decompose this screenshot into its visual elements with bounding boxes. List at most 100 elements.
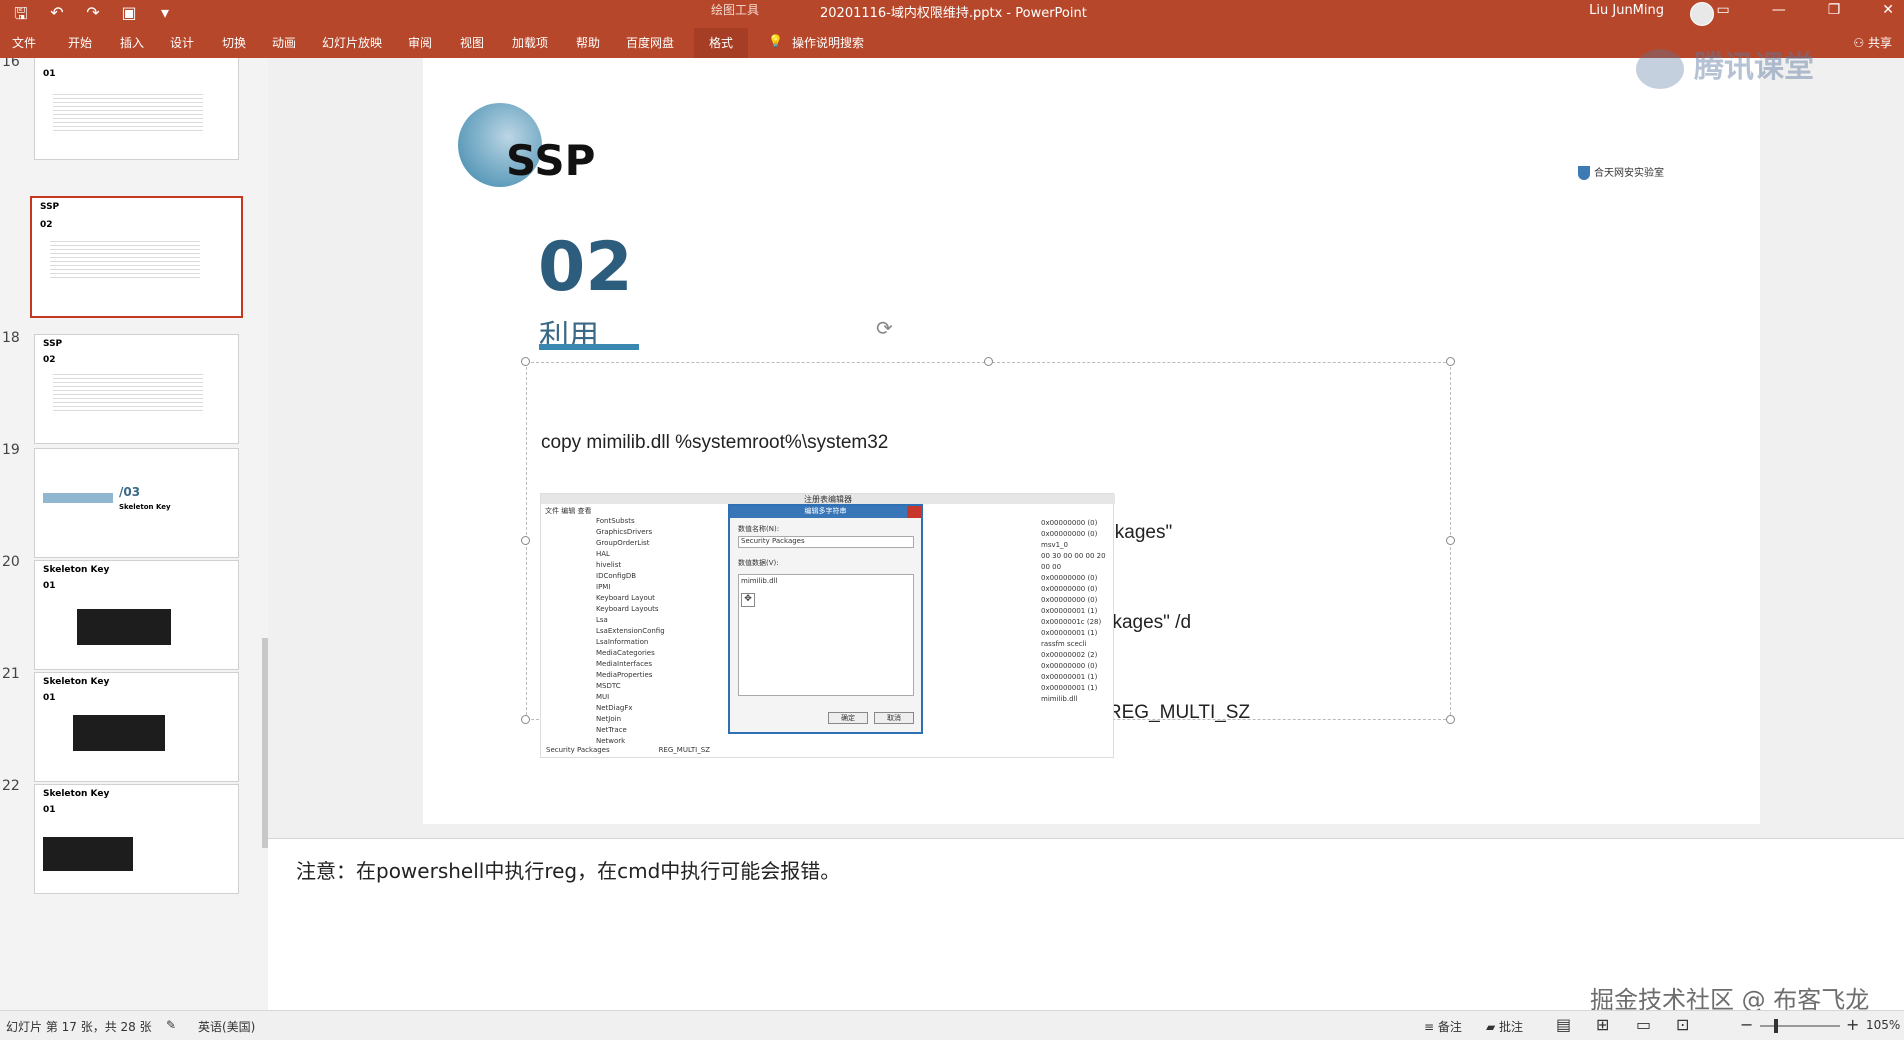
slide-thumbnail[interactable]: Skeleton Key 01 [34, 784, 239, 894]
resize-handle[interactable] [521, 357, 530, 366]
value-item: rassfm scecli [1041, 640, 1087, 648]
close-icon[interactable]: ✕ [1882, 2, 1894, 18]
notes-icon: ≡ [1424, 1020, 1438, 1034]
slideshow-view-icon[interactable]: ⊡ [1676, 1015, 1689, 1034]
tab-help[interactable]: 帮助 [576, 34, 600, 51]
undo-icon[interactable]: ↶ [46, 3, 68, 30]
resize-handle[interactable] [1446, 536, 1455, 545]
tree-item: Keyboard Layout [596, 594, 655, 602]
comments-label: 批注 [1499, 1020, 1524, 1034]
zoom-in-icon[interactable]: + [1846, 1015, 1859, 1034]
regedit-window-title: 注册表编辑器 [541, 494, 1115, 504]
slide-thumbnail[interactable]: Skeleton Key 01 [34, 672, 239, 782]
title-bar: 🖫 ↶ ↷ ▣ ▾ 绘图工具 20201116-域内权限维持.pptx - Po… [0, 0, 1904, 28]
reading-view-icon[interactable]: ▭ [1636, 1015, 1651, 1034]
value-item: 0x0000001c (28) [1041, 618, 1102, 626]
play-logo-icon [1636, 48, 1684, 89]
present-icon[interactable]: ▣ [118, 3, 140, 30]
redo-icon[interactable]: ↷ [82, 3, 104, 30]
language-indicator[interactable]: 英语(美国) [198, 1018, 255, 1035]
slide-thumbnail[interactable]: Skeleton Key 01 [34, 560, 239, 670]
section-underline [539, 344, 639, 350]
ok-button: 确定 [828, 712, 868, 724]
minimize-icon[interactable]: — [1772, 2, 1786, 18]
slide-thumbnail[interactable]: 01 [34, 58, 239, 160]
value-data-label: 数值数据(V): [738, 559, 779, 567]
zoom-out-icon[interactable]: − [1740, 1015, 1753, 1034]
resize-handle[interactable] [984, 357, 993, 366]
tab-addins[interactable]: 加载项 [512, 34, 548, 51]
resize-handle[interactable] [1446, 715, 1455, 724]
tab-file[interactable]: 文件 [12, 34, 36, 51]
restore-icon[interactable]: ❐ [1828, 2, 1841, 18]
slide-thumbnail[interactable]: /03 Skeleton Key [34, 448, 239, 558]
slide-thumbnail[interactable]: SSP 02 [34, 334, 239, 444]
value-item: 00 30 00 00 00 20 00 00 [1041, 552, 1106, 571]
value-item: 0x00000001 (1) [1041, 673, 1098, 681]
slide-thumbnail-selected[interactable]: SSP 02 [30, 196, 243, 318]
thumb-title: 01 [43, 693, 56, 703]
notes-text[interactable]: 注意：在powershell中执行reg，在cmd中执行可能会报错。 [296, 855, 840, 884]
tree-item: MediaProperties [596, 671, 653, 679]
section-number[interactable]: 02 [538, 228, 633, 307]
rotate-handle-icon[interactable]: ⟳ [876, 316, 893, 340]
thumb-title: 01 [43, 805, 56, 815]
save-icon[interactable]: 🖫 [10, 3, 32, 30]
dialog-title: 编辑多字符串 [730, 506, 921, 518]
tree-item: NetTrace [596, 726, 627, 734]
tab-view[interactable]: 视图 [460, 34, 484, 51]
user-name[interactable]: Liu JunMing [1589, 3, 1664, 18]
tell-me-search[interactable]: 操作说明搜索 [792, 34, 864, 51]
thumb-number: 20 [2, 554, 20, 570]
resize-handle[interactable] [1446, 357, 1455, 366]
thumb-label: Skeleton Key [119, 503, 171, 511]
spellcheck-icon[interactable]: ✎ [166, 1018, 176, 1032]
zoom-level[interactable]: 105% [1866, 1018, 1900, 1032]
value-item: 0x00000000 (0) [1041, 530, 1098, 538]
slide-thumbnails-pane: 16 01 SSP 02 18 SSP 02 19 /03 Skeleton K… [0, 58, 268, 1010]
thumb-title: 02 [40, 220, 53, 230]
normal-view-icon[interactable]: ▤ [1556, 1015, 1571, 1034]
notes-toggle[interactable]: ≡ 备注 [1424, 1018, 1462, 1035]
regedit-menu: 文件 编辑 查看 [545, 507, 592, 515]
tab-review[interactable]: 审阅 [408, 34, 432, 51]
tab-design[interactable]: 设计 [170, 34, 194, 51]
ribbon-display-icon[interactable]: ▭ [1716, 2, 1729, 18]
regedit-screenshot[interactable]: 注册表编辑器 文件 编辑 查看 FontSubsts GraphicsDrive… [540, 493, 1115, 758]
thumb-label: Skeleton Key [43, 789, 110, 799]
resize-handle[interactable] [521, 715, 530, 724]
notes-label: 备注 [1437, 1020, 1462, 1034]
share-button[interactable]: ⚇ 共享 [1853, 34, 1892, 51]
comments-toggle[interactable]: ▰ 批注 [1486, 1018, 1523, 1035]
tree-item: IDConfigDB [596, 572, 637, 580]
thumb-number: 21 [2, 666, 20, 682]
person-icon: ⚇ [1853, 36, 1868, 50]
thumb-title: 01 [43, 69, 56, 79]
tree-item: LsaExtensionConfig [596, 627, 665, 635]
tree-item: LsaInformation [596, 638, 649, 646]
tree-item: GraphicsDrivers [596, 528, 653, 536]
tab-home[interactable]: 开始 [68, 34, 92, 51]
tab-slideshow[interactable]: 幻灯片放映 [322, 34, 382, 51]
slide-title[interactable]: SSP [506, 136, 595, 185]
tab-baidu-netdisk[interactable]: 百度网盘 [626, 34, 674, 51]
tab-transitions[interactable]: 切换 [222, 34, 246, 51]
tab-insert[interactable]: 插入 [120, 34, 144, 51]
tab-format[interactable]: 格式 [694, 28, 748, 58]
zoom-slider-thumb[interactable] [1774, 1019, 1778, 1033]
tab-animations[interactable]: 动画 [272, 34, 296, 51]
tree-item: FontSubsts [596, 517, 635, 525]
thumb-label: SSP [43, 339, 63, 349]
thumb-screenshot [43, 837, 133, 871]
slide-sorter-icon[interactable]: ⊞ [1596, 1015, 1609, 1034]
shield-icon [1578, 166, 1590, 180]
customize-qat-icon[interactable]: ▾ [154, 3, 176, 30]
avatar[interactable] [1690, 2, 1714, 26]
thumb-screenshot [77, 609, 171, 645]
zoom-slider[interactable] [1760, 1025, 1840, 1027]
slide[interactable]: SSP 合天网安实验室 02 利用 ⟳ copy mimilib.dll %sy… [423, 58, 1760, 824]
value-item: 0x00000000 (0) [1041, 596, 1098, 604]
tree-item: MediaInterfaces [596, 660, 653, 668]
slide-editing-area: SSP 合天网安实验室 02 利用 ⟳ copy mimilib.dll %sy… [268, 58, 1904, 838]
resize-handle[interactable] [521, 536, 530, 545]
